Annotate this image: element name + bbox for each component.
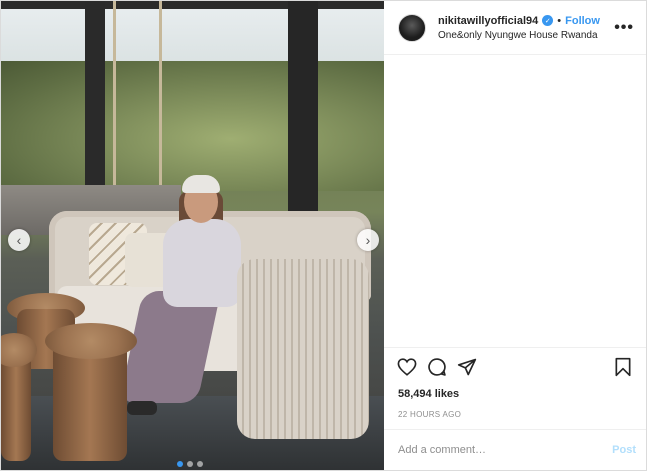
photo-rope [159,1,162,191]
avatar[interactable] [398,13,426,42]
location-link[interactable]: One&only Nyungwe House Rwanda [438,30,608,41]
photo-rope [113,1,116,191]
header-text: nikitawillyofficial94 ✓ • Follow One&onl… [438,15,608,41]
chevron-right-icon: › [365,232,371,248]
photo-beam [1,1,384,9]
carousel-prev-button[interactable]: ‹ [8,229,30,251]
verified-badge-icon: ✓ [542,15,554,26]
bookmark-icon[interactable] [612,356,634,378]
separator-dot: • [557,14,562,27]
post-card: ‹ › nikitawillyofficial94 ✓ • Follow One… [0,0,647,471]
share-icon[interactable] [456,356,478,378]
carousel-dot [177,461,183,467]
post-timestamp[interactable]: 22 HOURS AGO [384,410,646,419]
follow-button[interactable]: Follow [565,15,600,27]
carousel-indicator [177,461,203,467]
comment-icon[interactable] [426,356,448,378]
comments-area [384,55,646,347]
likes-count[interactable]: 58,494 likes [384,388,646,400]
comment-input[interactable]: Add a comment… [398,444,612,456]
photo-stool-top [45,323,137,359]
username-link[interactable]: nikitawillyofficial94 [438,15,538,27]
carousel-next-button[interactable]: › [357,229,379,251]
photo-stool-body [53,341,127,461]
heart-icon[interactable] [396,356,418,378]
photo-pillar-right [288,1,318,241]
photo-person-cap [182,175,220,193]
photo-person-torso [163,219,241,307]
action-bar [384,347,646,386]
photo-hills [1,61,384,191]
post-side-panel: nikitawillyofficial94 ✓ • Follow One&onl… [384,1,646,470]
chevron-left-icon: ‹ [16,232,22,248]
carousel-dot [197,461,203,467]
photo-pillar-left [85,1,105,186]
photo-person-shoe [127,401,157,415]
photo-sofa-arm [237,259,369,439]
post-comment-button[interactable]: Post [612,444,636,456]
comment-bar: Add a comment… Post [384,429,646,470]
more-options-icon[interactable]: ••• [608,19,634,37]
post-header: nikitawillyofficial94 ✓ • Follow One&onl… [384,1,646,55]
photo-stool-body [1,351,31,461]
carousel-dot [187,461,193,467]
post-photo[interactable]: ‹ › [1,1,384,470]
